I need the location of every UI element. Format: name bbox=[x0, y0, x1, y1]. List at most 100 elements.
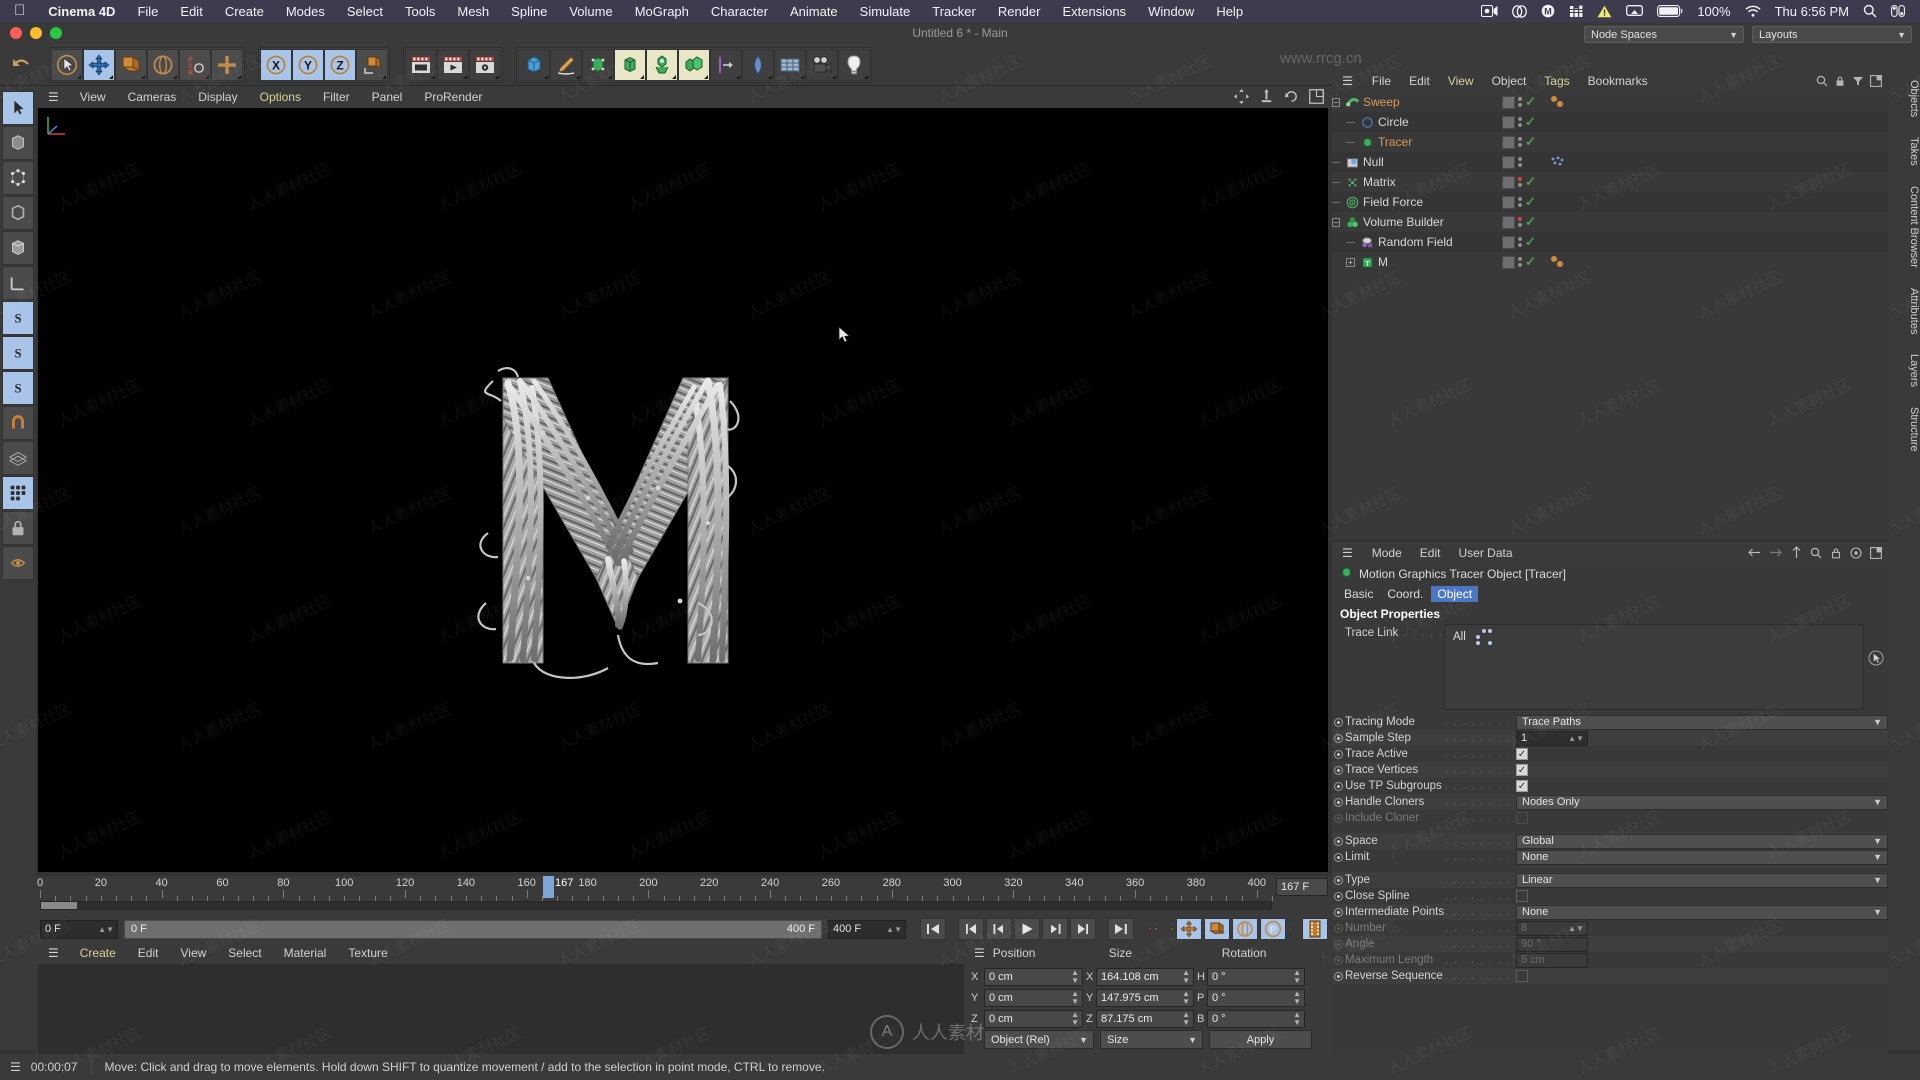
property-animate-bullet-icon[interactable] bbox=[1332, 733, 1345, 743]
play-button[interactable] bbox=[1014, 918, 1040, 940]
object-axis-tool[interactable]: S bbox=[2, 371, 34, 405]
property-control[interactable]: None ▼ bbox=[1516, 904, 1888, 920]
spinner-icon[interactable]: ▲▼ bbox=[1568, 734, 1584, 743]
object-visibility-box[interactable] bbox=[1502, 235, 1515, 249]
viewport-solo-icon[interactable] bbox=[2, 546, 34, 580]
menu-help[interactable]: Help bbox=[1205, 4, 1254, 19]
object-tag-area[interactable]: ✓ bbox=[1502, 95, 1536, 109]
object-visibility-dots[interactable] bbox=[1518, 177, 1522, 187]
panel-options-icon[interactable] bbox=[1870, 75, 1882, 90]
property-animate-bullet-icon[interactable] bbox=[1332, 765, 1345, 775]
material-menu-view[interactable]: View bbox=[169, 946, 217, 960]
spinner-icon[interactable]: ▲▼ bbox=[1182, 989, 1190, 1006]
timeline-scrollbar[interactable] bbox=[40, 901, 1272, 910]
forward-arrow-icon[interactable] bbox=[1769, 547, 1783, 561]
world-coordinate-toggle[interactable] bbox=[356, 48, 388, 81]
lock-y-axis[interactable]: Y bbox=[292, 48, 324, 81]
add-volume-button[interactable] bbox=[678, 48, 710, 81]
move-icon[interactable] bbox=[1234, 89, 1249, 107]
property-control[interactable]: Global ▼ bbox=[1516, 833, 1888, 849]
current-frame-field[interactable]: 167 F bbox=[1276, 878, 1328, 896]
property-control[interactable]: Linear ▼ bbox=[1516, 872, 1888, 888]
up-arrow-icon[interactable] bbox=[1791, 546, 1802, 562]
add-nurbs-button[interactable] bbox=[582, 48, 614, 81]
menu-render[interactable]: Render bbox=[987, 4, 1052, 19]
object-visibility-box[interactable] bbox=[1502, 175, 1515, 189]
viewport-menu-view[interactable]: View bbox=[69, 90, 117, 104]
menu-mograph[interactable]: MoGraph bbox=[624, 4, 700, 19]
object-enabled-check-icon[interactable]: ✓ bbox=[1525, 215, 1536, 228]
property-checkbox[interactable]: ✓ bbox=[1516, 780, 1528, 792]
property-select[interactable]: Nodes Only ▼ bbox=[1516, 794, 1888, 810]
spinner-icon[interactable]: ▲▼ bbox=[1071, 1010, 1079, 1027]
attribute-menu-user-data[interactable]: User Data bbox=[1449, 546, 1521, 560]
lock-icon[interactable] bbox=[1830, 547, 1842, 562]
warning-icon[interactable] bbox=[1590, 5, 1619, 18]
spinner-icon[interactable]: ▲▼ bbox=[1071, 989, 1079, 1006]
viewport-menu-cameras[interactable]: Cameras bbox=[117, 90, 188, 104]
property-control[interactable] bbox=[1516, 890, 1888, 902]
edges-mode-tool[interactable] bbox=[2, 196, 34, 230]
object-row-sweep[interactable]: – Sweep ✓ bbox=[1332, 92, 1888, 112]
add-mograph-button[interactable] bbox=[646, 48, 678, 81]
lock-icon[interactable] bbox=[2, 511, 34, 545]
object-visibility-box[interactable] bbox=[1502, 115, 1515, 129]
rotation-p-field[interactable]: 0 ° ▲ ▼ bbox=[1207, 988, 1305, 1007]
object-tag-area[interactable]: ✓ bbox=[1502, 235, 1536, 249]
rotate-tool[interactable] bbox=[147, 48, 179, 81]
spinner-icon[interactable]: ▲▼ bbox=[1293, 1010, 1301, 1027]
render-to-picture-viewer-button[interactable] bbox=[437, 48, 469, 81]
equalizer-icon[interactable] bbox=[1562, 5, 1590, 18]
object-tag-area[interactable]: ✓ bbox=[1502, 255, 1536, 269]
object-name[interactable]: Field Force bbox=[1363, 195, 1423, 209]
preview-range-bar[interactable]: 0 F 400 F bbox=[124, 919, 822, 939]
property-animate-bullet-icon[interactable] bbox=[1332, 955, 1345, 965]
node-spaces-select[interactable]: Node Spaces ▼ bbox=[1584, 26, 1744, 43]
layouts-select[interactable]: Layouts ▼ bbox=[1752, 26, 1912, 43]
property-animate-bullet-icon[interactable] bbox=[1332, 939, 1345, 949]
object-visibility-dots[interactable] bbox=[1518, 197, 1522, 207]
menu-simulate[interactable]: Simulate bbox=[849, 4, 922, 19]
object-visibility-box[interactable] bbox=[1502, 255, 1515, 269]
object-visibility-dots[interactable] bbox=[1518, 157, 1522, 167]
object-name[interactable]: Volume Builder bbox=[1363, 215, 1444, 229]
panel-options-icon[interactable] bbox=[1870, 546, 1882, 562]
live-selection-tool[interactable] bbox=[2, 91, 34, 125]
property-animate-bullet-icon[interactable] bbox=[1332, 836, 1345, 846]
menu-file[interactable]: File bbox=[126, 4, 169, 19]
position-x-field[interactable]: 0 cm ▲ ▼ bbox=[984, 967, 1083, 986]
material-menu-select[interactable]: Select bbox=[217, 946, 272, 960]
wifi-icon[interactable] bbox=[1738, 5, 1768, 17]
box-model-tool[interactable] bbox=[2, 126, 34, 160]
menu-tracker[interactable]: Tracker bbox=[921, 4, 987, 19]
object-row-circle[interactable]: Circle ✓ bbox=[1332, 112, 1888, 132]
add-environment-button[interactable] bbox=[774, 48, 806, 81]
property-control[interactable]: 1 ▲▼ bbox=[1516, 730, 1888, 746]
menu-create[interactable]: Create bbox=[214, 4, 275, 19]
property-select[interactable]: None ▼ bbox=[1516, 904, 1888, 920]
object-visibility-dots[interactable] bbox=[1518, 257, 1522, 267]
property-animate-bullet-icon[interactable] bbox=[1332, 797, 1345, 807]
object-name[interactable]: Sweep bbox=[1363, 95, 1400, 109]
viewport-menu-panel[interactable]: Panel bbox=[361, 90, 414, 104]
spinner-icon[interactable]: ▲▼ bbox=[1568, 924, 1584, 933]
object-tag-area[interactable]: ✓ bbox=[1502, 195, 1536, 209]
object-tag-area[interactable]: ✓ bbox=[1502, 215, 1536, 229]
world-local-tool[interactable] bbox=[211, 48, 243, 81]
apply-button[interactable]: Apply bbox=[1209, 1030, 1312, 1049]
lock-icon[interactable] bbox=[1834, 75, 1846, 90]
object-enabled-check-icon[interactable]: ✓ bbox=[1525, 95, 1536, 108]
clock-label[interactable]: Thu 6:56 PM bbox=[1768, 4, 1856, 19]
dock-tab-structure[interactable]: Structure bbox=[1888, 397, 1920, 462]
end-frame-field[interactable]: 400 F ▲▼ bbox=[828, 919, 906, 939]
object-menu-edit[interactable]: Edit bbox=[1400, 74, 1439, 88]
object-enabled-check-icon[interactable]: ✓ bbox=[1525, 115, 1536, 128]
menu-app-name[interactable]: Cinema 4D bbox=[37, 4, 126, 19]
timeline-scrollbar-thumb[interactable] bbox=[41, 902, 77, 909]
step-back-button[interactable] bbox=[986, 918, 1012, 940]
coordinates-burger-icon[interactable]: ☰ bbox=[966, 946, 993, 960]
property-number-field[interactable]: 1 ▲▼ bbox=[1516, 730, 1588, 746]
rotation-b-field[interactable]: 0 ° ▲ ▼ bbox=[1207, 1009, 1305, 1028]
menu-modes[interactable]: Modes bbox=[275, 4, 336, 19]
property-control[interactable]: Trace Paths ▼ bbox=[1516, 714, 1888, 730]
